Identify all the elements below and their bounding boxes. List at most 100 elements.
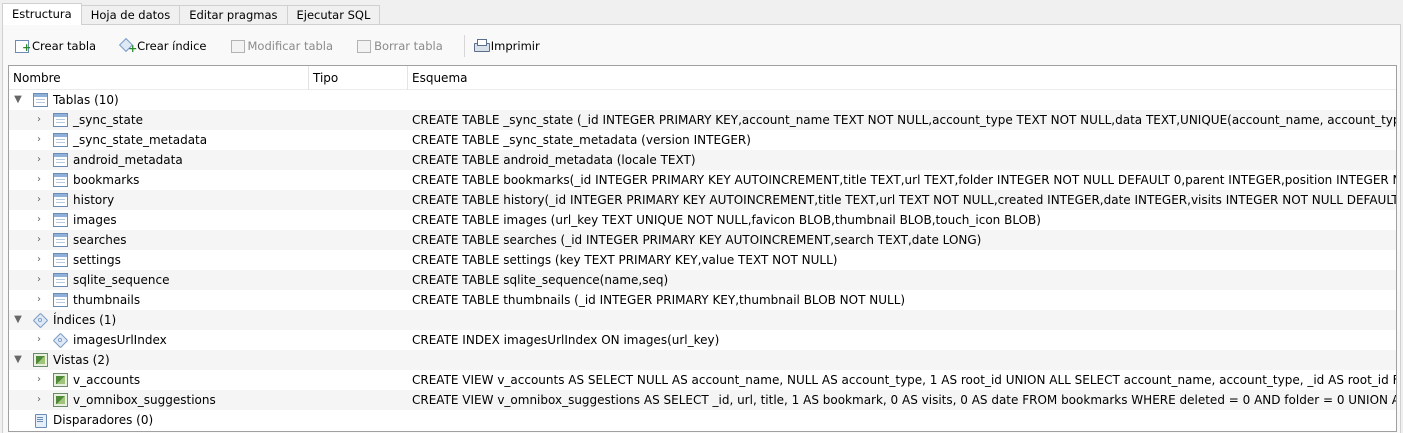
chevron-down-icon[interactable]: ▼ [12,350,24,370]
tree-group-label: Índices (1) [53,313,117,327]
chevron-down-icon[interactable]: ▼ [12,90,24,110]
create-table-label: Crear tabla [32,39,97,53]
index-icon [53,333,68,347]
tab-ejecutar-sql[interactable]: Ejecutar SQL [286,5,381,25]
modify-table-button[interactable]: Modificar tabla [228,35,337,57]
modify-table-label: Modificar tabla [247,39,334,53]
table-icon [53,213,68,227]
chevron-right-icon[interactable]: › [33,230,45,250]
table-icon [53,133,68,147]
tree-item-view[interactable]: › v_accounts CREATE VIEW v_accounts AS S… [9,370,1396,390]
tree-item-schema: CREATE TABLE sqlite_sequence(name,seq) [412,273,669,287]
tree-group-indices[interactable]: ▼ Índices (1) [9,310,1396,330]
tree-item-schema: CREATE VIEW v_omnibox_suggestions AS SEL… [412,393,1396,407]
tree-item-name: android_metadata [73,153,183,167]
tree-item-name: imagesUrlIndex [73,333,167,347]
tree-item-name: sqlite_sequence [73,273,170,287]
tree-item-table[interactable]: › _sync_state_metadata CREATE TABLE _syn… [9,130,1396,150]
tree-item-schema: CREATE VIEW v_accounts AS SELECT NULL AS… [412,373,1396,387]
index-group-icon [33,313,48,327]
tree-group-label: Vistas (2) [53,353,110,367]
tree-item-name: settings [73,253,121,267]
tree-group-tables[interactable]: ▼ Tablas (10) [9,90,1396,110]
tree-item-schema: CREATE TABLE history(_id INTEGER PRIMARY… [412,193,1396,207]
table-icon [53,193,68,207]
tree-item-schema: CREATE TABLE images (url_key TEXT UNIQUE… [412,213,1041,227]
tree-item-table[interactable]: › bookmarks CREATE TABLE bookmarks(_id I… [9,170,1396,190]
table-icon [53,233,68,247]
tree-item-name: v_omnibox_suggestions [73,393,216,407]
schema-tree[interactable]: Nombre Tipo Esquema ▼ Tablas (10) › _syn… [8,65,1397,432]
tree-item-table[interactable]: › settings CREATE TABLE settings (key TE… [9,250,1396,270]
table-icon [53,173,68,187]
tree-item-table[interactable]: › images CREATE TABLE images (url_key TE… [9,210,1396,230]
create-table-icon [15,39,31,53]
toolbar: Crear tabla Crear índice Modificar tabla… [12,35,561,57]
tree-item-name: history [73,193,115,207]
tree-group-triggers[interactable]: Disparadores (0) [9,410,1396,430]
chevron-right-icon[interactable]: › [33,250,45,270]
tree-item-schema: CREATE TABLE settings (key TEXT PRIMARY … [412,253,838,267]
print-button[interactable]: Imprimir [471,35,543,57]
tree-item-table[interactable]: › history CREATE TABLE history(_id INTEG… [9,190,1396,210]
chevron-right-icon[interactable]: › [33,150,45,170]
chevron-right-icon[interactable]: › [33,170,45,190]
column-header-esquema[interactable]: Esquema [408,66,1396,90]
create-table-button[interactable]: Crear tabla [12,35,99,57]
tree-header: Nombre Tipo Esquema [9,66,1396,90]
print-label: Imprimir [490,39,540,53]
tree-item-table[interactable]: › sqlite_sequence CREATE TABLE sqlite_se… [9,270,1396,290]
tree-body: ▼ Tablas (10) › _sync_state CREATE TABLE… [9,90,1396,430]
tree-item-name: images [73,213,117,227]
tab-bar: Estructura Hoja de datos Editar pragmas … [2,3,381,25]
chevron-down-icon[interactable]: ▼ [12,310,24,330]
view-group-icon [33,353,48,367]
tree-item-table[interactable]: › _sync_state CREATE TABLE _sync_state (… [9,110,1396,130]
tree-item-index[interactable]: › imagesUrlIndex CREATE INDEX imagesUrlI… [9,330,1396,350]
tree-item-name: _sync_state [73,113,143,127]
modify-table-icon [230,39,246,53]
tab-estructura[interactable]: Estructura [2,3,82,25]
tab-editar-pragmas[interactable]: Editar pragmas [179,5,288,25]
tree-item-table[interactable]: › searches CREATE TABLE searches (_id IN… [9,230,1396,250]
printer-icon [473,39,490,53]
chevron-right-icon[interactable]: › [33,370,45,390]
chevron-right-icon[interactable]: › [33,190,45,210]
tree-item-name: _sync_state_metadata [73,133,208,147]
chevron-right-icon[interactable]: › [33,130,45,150]
create-index-label: Crear índice [137,39,207,53]
tree-item-name: v_accounts [73,373,141,387]
delete-table-button[interactable]: Borrar tabla [354,35,446,57]
column-header-nombre[interactable]: Nombre [9,66,309,90]
delete-table-icon [357,39,372,53]
trigger-group-icon [33,413,48,428]
tree-item-schema: CREATE TABLE bookmarks(_id INTEGER PRIMA… [412,173,1396,187]
column-header-tipo[interactable]: Tipo [309,66,408,90]
tree-item-name: searches [73,233,127,247]
toolbar-separator [463,35,465,57]
view-icon [53,393,68,407]
table-icon [53,153,68,167]
create-index-button[interactable]: Crear índice [117,35,209,57]
chevron-right-icon[interactable]: › [33,110,45,130]
tree-item-name: bookmarks [73,173,140,187]
tree-group-label: Disparadores (0) [53,413,154,427]
tree-item-table[interactable]: › thumbnails CREATE TABLE thumbnails (_i… [9,290,1396,310]
tree-group-views[interactable]: ▼ Vistas (2) [9,350,1396,370]
table-icon [53,253,68,267]
tree-item-schema: CREATE INDEX imagesUrlIndex ON images(ur… [412,333,720,347]
table-icon [53,113,68,127]
create-index-icon [120,39,137,54]
table-group-icon [33,93,48,107]
chevron-right-icon[interactable]: › [33,330,45,350]
chevron-right-icon[interactable]: › [33,390,45,410]
delete-table-label: Borrar tabla [374,39,443,53]
tab-hoja-de-datos[interactable]: Hoja de datos [80,5,181,25]
tree-item-schema: CREATE TABLE android_metadata (locale TE… [412,153,696,167]
chevron-right-icon[interactable]: › [33,290,45,310]
tree-item-table[interactable]: › android_metadata CREATE TABLE android_… [9,150,1396,170]
tree-item-schema: CREATE TABLE searches (_id INTEGER PRIMA… [412,233,982,247]
chevron-right-icon[interactable]: › [33,270,45,290]
chevron-right-icon[interactable]: › [33,210,45,230]
tree-item-view[interactable]: › v_omnibox_suggestions CREATE VIEW v_om… [9,390,1396,410]
